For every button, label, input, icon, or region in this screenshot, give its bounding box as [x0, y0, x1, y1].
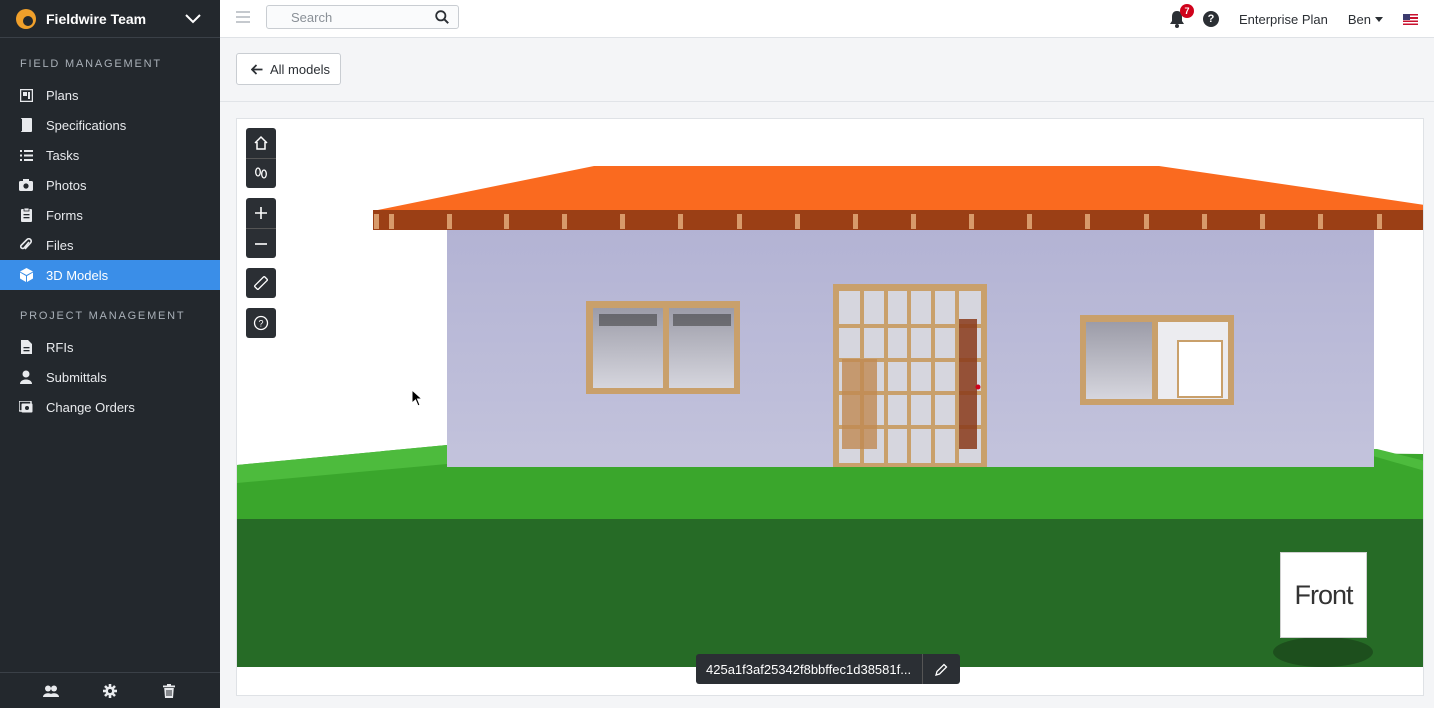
home-icon — [254, 135, 268, 150]
camera-icon — [19, 178, 33, 192]
roof-fascia — [373, 210, 1423, 230]
notifications-button[interactable]: 7 — [1169, 4, 1194, 28]
submittals-icon — [19, 370, 33, 384]
us-flag-icon[interactable] — [1403, 13, 1418, 25]
sidebar-item-files[interactable]: Files — [0, 230, 220, 260]
footsteps-icon — [255, 166, 267, 179]
zoom-out-icon — [255, 242, 267, 245]
team-name: Fieldwire Team — [46, 10, 147, 27]
gear-icon[interactable] — [102, 683, 118, 699]
sidebar-item-rfis[interactable]: RFIs — [0, 332, 220, 362]
mouse-cursor-icon — [411, 389, 423, 407]
sidebar-item-submittals[interactable]: Submittals — [0, 362, 220, 392]
change-orders-icon — [19, 400, 33, 414]
window-left — [586, 301, 740, 394]
home-view-button[interactable] — [246, 128, 276, 158]
sidebar-item-specifications[interactable]: Specifications — [0, 110, 220, 140]
model-id-bar: 425a1f3af25342f8bbffec1d38581f... — [696, 654, 961, 684]
sidebar-item-label: 3D Models — [46, 267, 109, 283]
edit-model-button[interactable] — [923, 654, 960, 684]
model-id-text: 425a1f3af25342f8bbffec1d38581f... — [696, 654, 924, 684]
search-box[interactable] — [266, 5, 459, 29]
help-icon[interactable]: ? — [1202, 11, 1219, 27]
sidebar-item-label: Specifications — [46, 117, 127, 133]
zoom-out-button[interactable] — [246, 228, 276, 258]
all-models-label: All models — [270, 61, 330, 77]
measure-button[interactable] — [246, 268, 276, 298]
all-models-button[interactable]: All models — [236, 53, 341, 85]
sidebar-item-3d-models[interactable]: 3D Models — [0, 260, 220, 290]
sidebar-item-label: RFIs — [46, 339, 74, 355]
sidebar-footer — [0, 672, 220, 708]
section-title-field-management: FIELD MANAGEMENT — [20, 58, 162, 70]
team-logo-icon — [16, 8, 36, 29]
model-viewer[interactable]: ? Front 425a1f3af25342f8bbffec1d38581f..… — [236, 118, 1424, 696]
zoom-in-button[interactable] — [246, 198, 276, 228]
sidebar-item-forms[interactable]: Forms — [0, 200, 220, 230]
specifications-icon — [19, 118, 33, 132]
trash-icon[interactable] — [161, 683, 177, 699]
top-bar-right: 7 ? Enterprise Plan Ben — [1169, 0, 1434, 38]
notification-count-badge: 7 — [1179, 4, 1194, 18]
help-icon: ? — [253, 315, 269, 331]
ruler-icon — [254, 276, 268, 290]
sidebar-item-label: Change Orders — [46, 399, 135, 415]
front-door — [833, 284, 987, 467]
svg-text:?: ? — [258, 319, 263, 329]
sidebar-item-label: Forms — [46, 207, 83, 223]
section-title-project-management: PROJECT MANAGEMENT — [20, 310, 186, 322]
chevron-down-icon[interactable] — [184, 10, 202, 28]
user-name: Ben — [1347, 11, 1371, 27]
walk-mode-button[interactable] — [246, 158, 276, 188]
sidebar-item-label: Files — [46, 237, 74, 253]
forms-icon — [19, 208, 33, 222]
menu-icon[interactable] — [236, 11, 250, 23]
page-header: All models — [220, 38, 1434, 102]
viewer-help-button[interactable]: ? — [246, 308, 276, 338]
ground-plane — [237, 519, 1423, 667]
zoom-in-icon — [255, 207, 267, 219]
window-right — [1080, 315, 1234, 405]
sidebar-item-change-orders[interactable]: Change Orders — [0, 392, 220, 422]
top-bar: 7 ? Enterprise Plan Ben — [220, 0, 1434, 38]
sidebar-item-label: Tasks — [46, 147, 80, 163]
roof — [373, 166, 1423, 211]
plan-label[interactable]: Enterprise Plan — [1239, 12, 1328, 27]
arrow-left-icon — [251, 63, 263, 75]
caret-down-icon — [1375, 16, 1383, 22]
pencil-icon — [935, 663, 948, 676]
app: Fieldwire Team FIELD MANAGEMENT Plans Sp… — [0, 0, 1434, 708]
sidebar-item-label: Plans — [46, 87, 79, 103]
sidebar-item-label: Submittals — [46, 369, 107, 385]
view-cube[interactable]: Front — [1280, 552, 1367, 638]
sidebar-item-label: Photos — [46, 177, 87, 193]
cube-icon — [19, 268, 33, 282]
people-icon[interactable] — [43, 683, 60, 699]
sidebar: Fieldwire Team FIELD MANAGEMENT Plans Sp… — [0, 0, 220, 708]
section-field-management: FIELD MANAGEMENT Plans Specifications Ta… — [0, 38, 220, 290]
rfi-icon — [19, 340, 33, 354]
user-menu[interactable]: Ben — [1348, 12, 1383, 27]
section-project-management: PROJECT MANAGEMENT RFIs Submittals Chang… — [0, 290, 220, 422]
sidebar-item-photos[interactable]: Photos — [0, 170, 220, 200]
paperclip-icon — [19, 238, 33, 252]
sidebar-item-tasks[interactable]: Tasks — [0, 140, 220, 170]
sidebar-item-plans[interactable]: Plans — [0, 80, 220, 110]
search-icon[interactable] — [434, 9, 450, 25]
search-input[interactable] — [291, 9, 434, 25]
view-cube-shadow — [1273, 637, 1373, 667]
plans-icon — [19, 88, 33, 102]
team-switcher[interactable]: Fieldwire Team — [0, 0, 220, 38]
tasks-icon — [19, 148, 33, 162]
